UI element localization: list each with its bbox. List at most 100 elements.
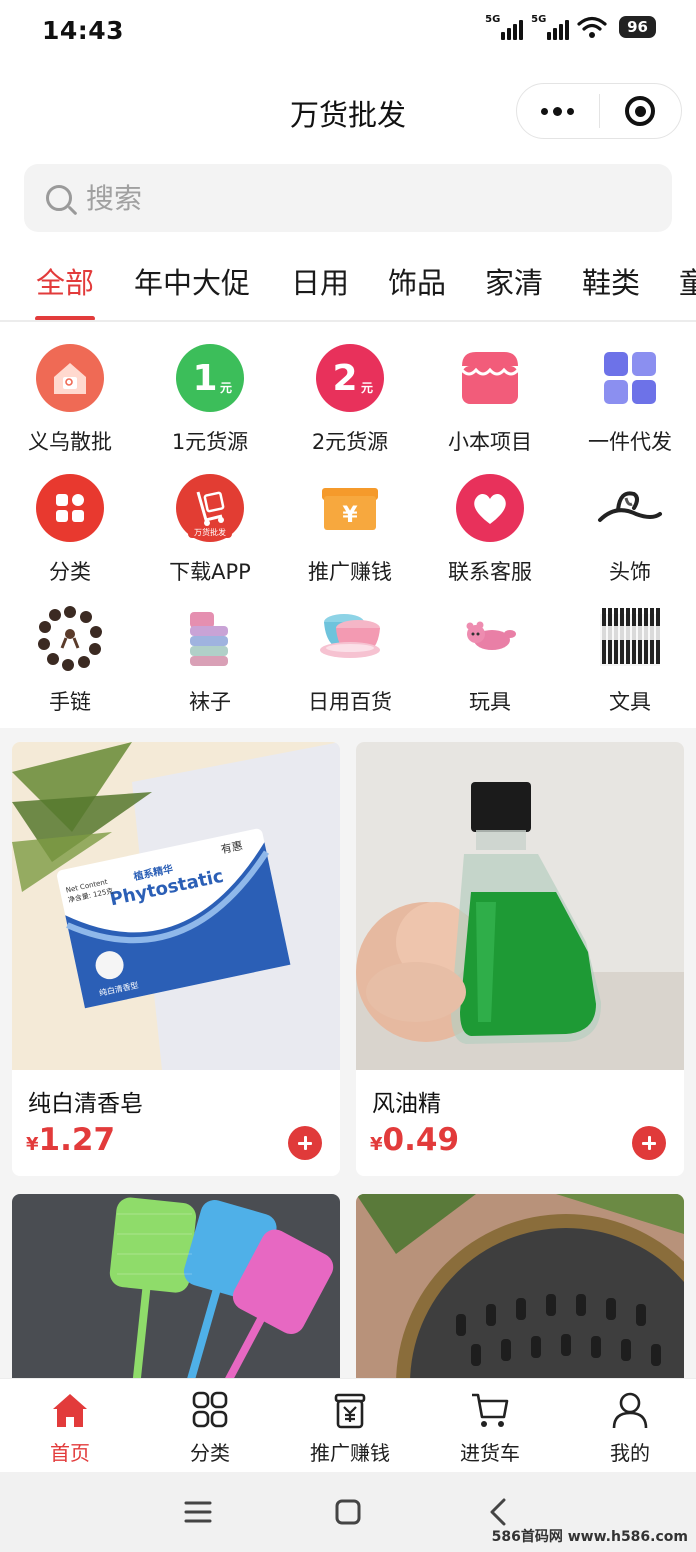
battery-indicator: 96 bbox=[619, 16, 656, 38]
two-yuan-icon: 2 元 bbox=[316, 344, 384, 412]
mini-program-capsule bbox=[516, 83, 682, 139]
bottom-tab-bar: 首页 分类 推广赚钱 进货车 我的 bbox=[0, 1378, 696, 1472]
search-input[interactable] bbox=[86, 181, 586, 215]
more-button[interactable] bbox=[517, 83, 599, 139]
nav-home[interactable]: 首页 bbox=[0, 1379, 140, 1473]
socks-icon bbox=[190, 612, 228, 666]
category-label: 分类 bbox=[49, 560, 91, 584]
watermark: 586首码网 www.h586.com bbox=[491, 1529, 688, 1545]
tab-mid-year-sale[interactable]: 年中大促 bbox=[134, 260, 250, 302]
product-card[interactable]: Phytostatic 植系精华 有惠 Net Content 净含量: 125… bbox=[12, 742, 340, 1176]
yuan-box-icon: ¥ bbox=[322, 488, 378, 530]
price-value: 0.49 bbox=[382, 1122, 460, 1158]
store-awning-icon bbox=[460, 352, 520, 404]
status-bar: 14:43 5G 5G 96 bbox=[0, 0, 696, 62]
menu-icon[interactable] bbox=[178, 1492, 218, 1532]
icon-text: 元 bbox=[361, 381, 373, 395]
icon-text: 万货批发 bbox=[194, 527, 226, 537]
product-feed: Phytostatic 植系精华 有惠 Net Content 净含量: 125… bbox=[0, 728, 696, 1522]
system-navigation-bar: 586首码网 www.h586.com bbox=[0, 1472, 696, 1552]
four-squares-icon bbox=[192, 1391, 228, 1428]
toy-icon bbox=[466, 621, 516, 650]
cart-icon bbox=[472, 1393, 509, 1427]
tab-kids[interactable]: 童 bbox=[679, 260, 696, 302]
header: 万货批发 bbox=[0, 62, 696, 158]
category-label: 日用百货 bbox=[308, 690, 392, 714]
status-icons: 5G 5G 96 bbox=[485, 14, 656, 40]
nav-promote[interactable]: 推广赚钱 bbox=[280, 1379, 420, 1473]
icon-text: 元 bbox=[220, 381, 232, 395]
one-yuan-icon: 1 元 bbox=[176, 344, 244, 412]
currency-symbol: ¥ bbox=[26, 1134, 39, 1155]
heart-icon bbox=[456, 474, 524, 542]
yuan-bag-icon bbox=[334, 1393, 366, 1429]
category-promote-earn[interactable]: ¥ 推广赚钱 bbox=[280, 460, 420, 588]
category-stationery[interactable]: 文具 bbox=[560, 590, 696, 718]
nav-label: 首页 bbox=[50, 1441, 90, 1465]
close-button[interactable] bbox=[600, 83, 682, 139]
category-label: 义乌散批 bbox=[28, 430, 112, 454]
bracelet-icon bbox=[38, 606, 102, 671]
green-oil-bottle-image bbox=[356, 742, 684, 1070]
nav-cart[interactable]: 进货车 bbox=[420, 1379, 560, 1473]
nav-category[interactable]: 分类 bbox=[140, 1379, 280, 1473]
signal-icon: 5G bbox=[485, 14, 524, 40]
product-card[interactable]: 风油精 ¥0.49 bbox=[356, 742, 684, 1176]
nav-label: 分类 bbox=[190, 1441, 230, 1465]
category-socks[interactable]: 袜子 bbox=[140, 590, 280, 718]
price-value: 1.27 bbox=[38, 1122, 116, 1158]
grid-icon bbox=[604, 352, 656, 404]
category-toys[interactable]: 玩具 bbox=[420, 590, 560, 718]
download-app-icon: 万货批发 bbox=[176, 474, 244, 542]
icon-text: ¥ bbox=[342, 503, 358, 528]
wifi-icon bbox=[577, 16, 607, 38]
category-classify[interactable]: 分类 bbox=[0, 460, 140, 588]
category-label: 手链 bbox=[49, 690, 91, 714]
category-tabs: 全部 年中大促 日用 饰品 家清 鞋类 童 bbox=[0, 250, 696, 322]
search-bar[interactable] bbox=[24, 164, 672, 232]
category-label: 文具 bbox=[609, 690, 651, 714]
signal-label: 5G bbox=[485, 14, 501, 25]
signal-label: 5G bbox=[531, 14, 547, 25]
category-daily-goods[interactable]: 日用百货 bbox=[280, 590, 420, 718]
tab-all[interactable]: 全部 bbox=[36, 260, 94, 302]
category-bracelet[interactable]: 手链 bbox=[0, 590, 140, 718]
category-yiwu-bulk[interactable]: 义乌散批 bbox=[0, 330, 140, 458]
category-two-yuan[interactable]: 2 元 2元货源 bbox=[280, 330, 420, 458]
home-square-icon[interactable] bbox=[328, 1492, 368, 1532]
user-icon bbox=[612, 1392, 648, 1429]
basin-icon bbox=[320, 614, 380, 658]
category-dropship[interactable]: 一件代发 bbox=[560, 330, 696, 458]
category-small-business[interactable]: 小本项目 bbox=[420, 330, 560, 458]
tab-shoes[interactable]: 鞋类 bbox=[582, 260, 640, 302]
currency-symbol: ¥ bbox=[370, 1134, 383, 1155]
tab-daily[interactable]: 日用 bbox=[291, 260, 349, 302]
product-name: 纯白清香皂 bbox=[28, 1091, 143, 1117]
product-price: ¥0.49 bbox=[370, 1122, 459, 1158]
category-label: 一件代发 bbox=[588, 430, 672, 454]
hair-clip-icon bbox=[598, 491, 662, 522]
add-to-cart-button[interactable] bbox=[288, 1126, 322, 1160]
category-label: 头饰 bbox=[609, 560, 651, 584]
icon-text: 2 bbox=[332, 358, 357, 399]
category-label: 袜子 bbox=[189, 690, 231, 714]
category-label: 玩具 bbox=[469, 690, 511, 714]
tab-home-cleaning[interactable]: 家清 bbox=[485, 260, 543, 302]
pens-icon bbox=[600, 608, 660, 666]
category-customer-service[interactable]: 联系客服 bbox=[420, 460, 560, 588]
category-label: 下载APP bbox=[169, 560, 251, 584]
category-headwear[interactable]: 头饰 bbox=[560, 460, 696, 588]
product-price: ¥1.27 bbox=[26, 1122, 115, 1158]
nav-profile[interactable]: 我的 bbox=[560, 1379, 696, 1473]
category-label: 2元货源 bbox=[311, 430, 389, 454]
tab-accessories[interactable]: 饰品 bbox=[388, 260, 446, 302]
target-icon bbox=[625, 96, 656, 126]
nav-label: 我的 bbox=[610, 1441, 650, 1465]
category-download-app[interactable]: 万货批发 下载APP bbox=[140, 460, 280, 588]
add-to-cart-button[interactable] bbox=[632, 1126, 666, 1160]
category-one-yuan[interactable]: 1 元 1元货源 bbox=[140, 330, 280, 458]
category-label: 推广赚钱 bbox=[308, 560, 392, 584]
icon-text: 1 bbox=[192, 358, 217, 399]
category-label: 联系客服 bbox=[448, 560, 532, 584]
tab-indicator bbox=[35, 316, 95, 320]
